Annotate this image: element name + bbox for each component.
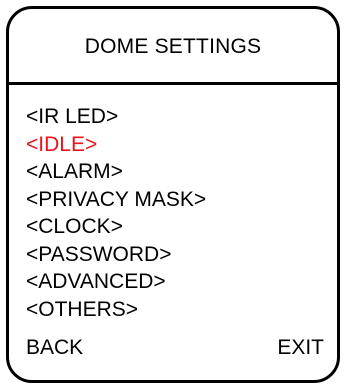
menu-item-password[interactable]: <PASSWORD> bbox=[26, 241, 206, 269]
page-title: DOME SETTINGS bbox=[84, 35, 262, 58]
menu-item-advanced[interactable]: <ADVANCED> bbox=[26, 268, 206, 296]
menu-item-others[interactable]: <OTHERS> bbox=[26, 296, 206, 324]
exit-button[interactable]: EXIT bbox=[277, 334, 324, 362]
menu-footer: BACK EXIT bbox=[26, 334, 324, 362]
menu-item-alarm[interactable]: <ALARM> bbox=[26, 158, 206, 186]
menu-item-clock[interactable]: <CLOCK> bbox=[26, 213, 206, 241]
menu-list: <IR LED> <IDLE> <ALARM> <PRIVACY MASK> <… bbox=[26, 103, 206, 323]
menu-item-idle[interactable]: <IDLE> bbox=[26, 131, 206, 159]
back-button[interactable]: BACK bbox=[26, 334, 83, 362]
menu-item-privacy-mask[interactable]: <PRIVACY MASK> bbox=[26, 186, 206, 214]
menu-header: DOME SETTINGS bbox=[9, 9, 337, 85]
menu-item-ir-led[interactable]: <IR LED> bbox=[26, 103, 206, 131]
